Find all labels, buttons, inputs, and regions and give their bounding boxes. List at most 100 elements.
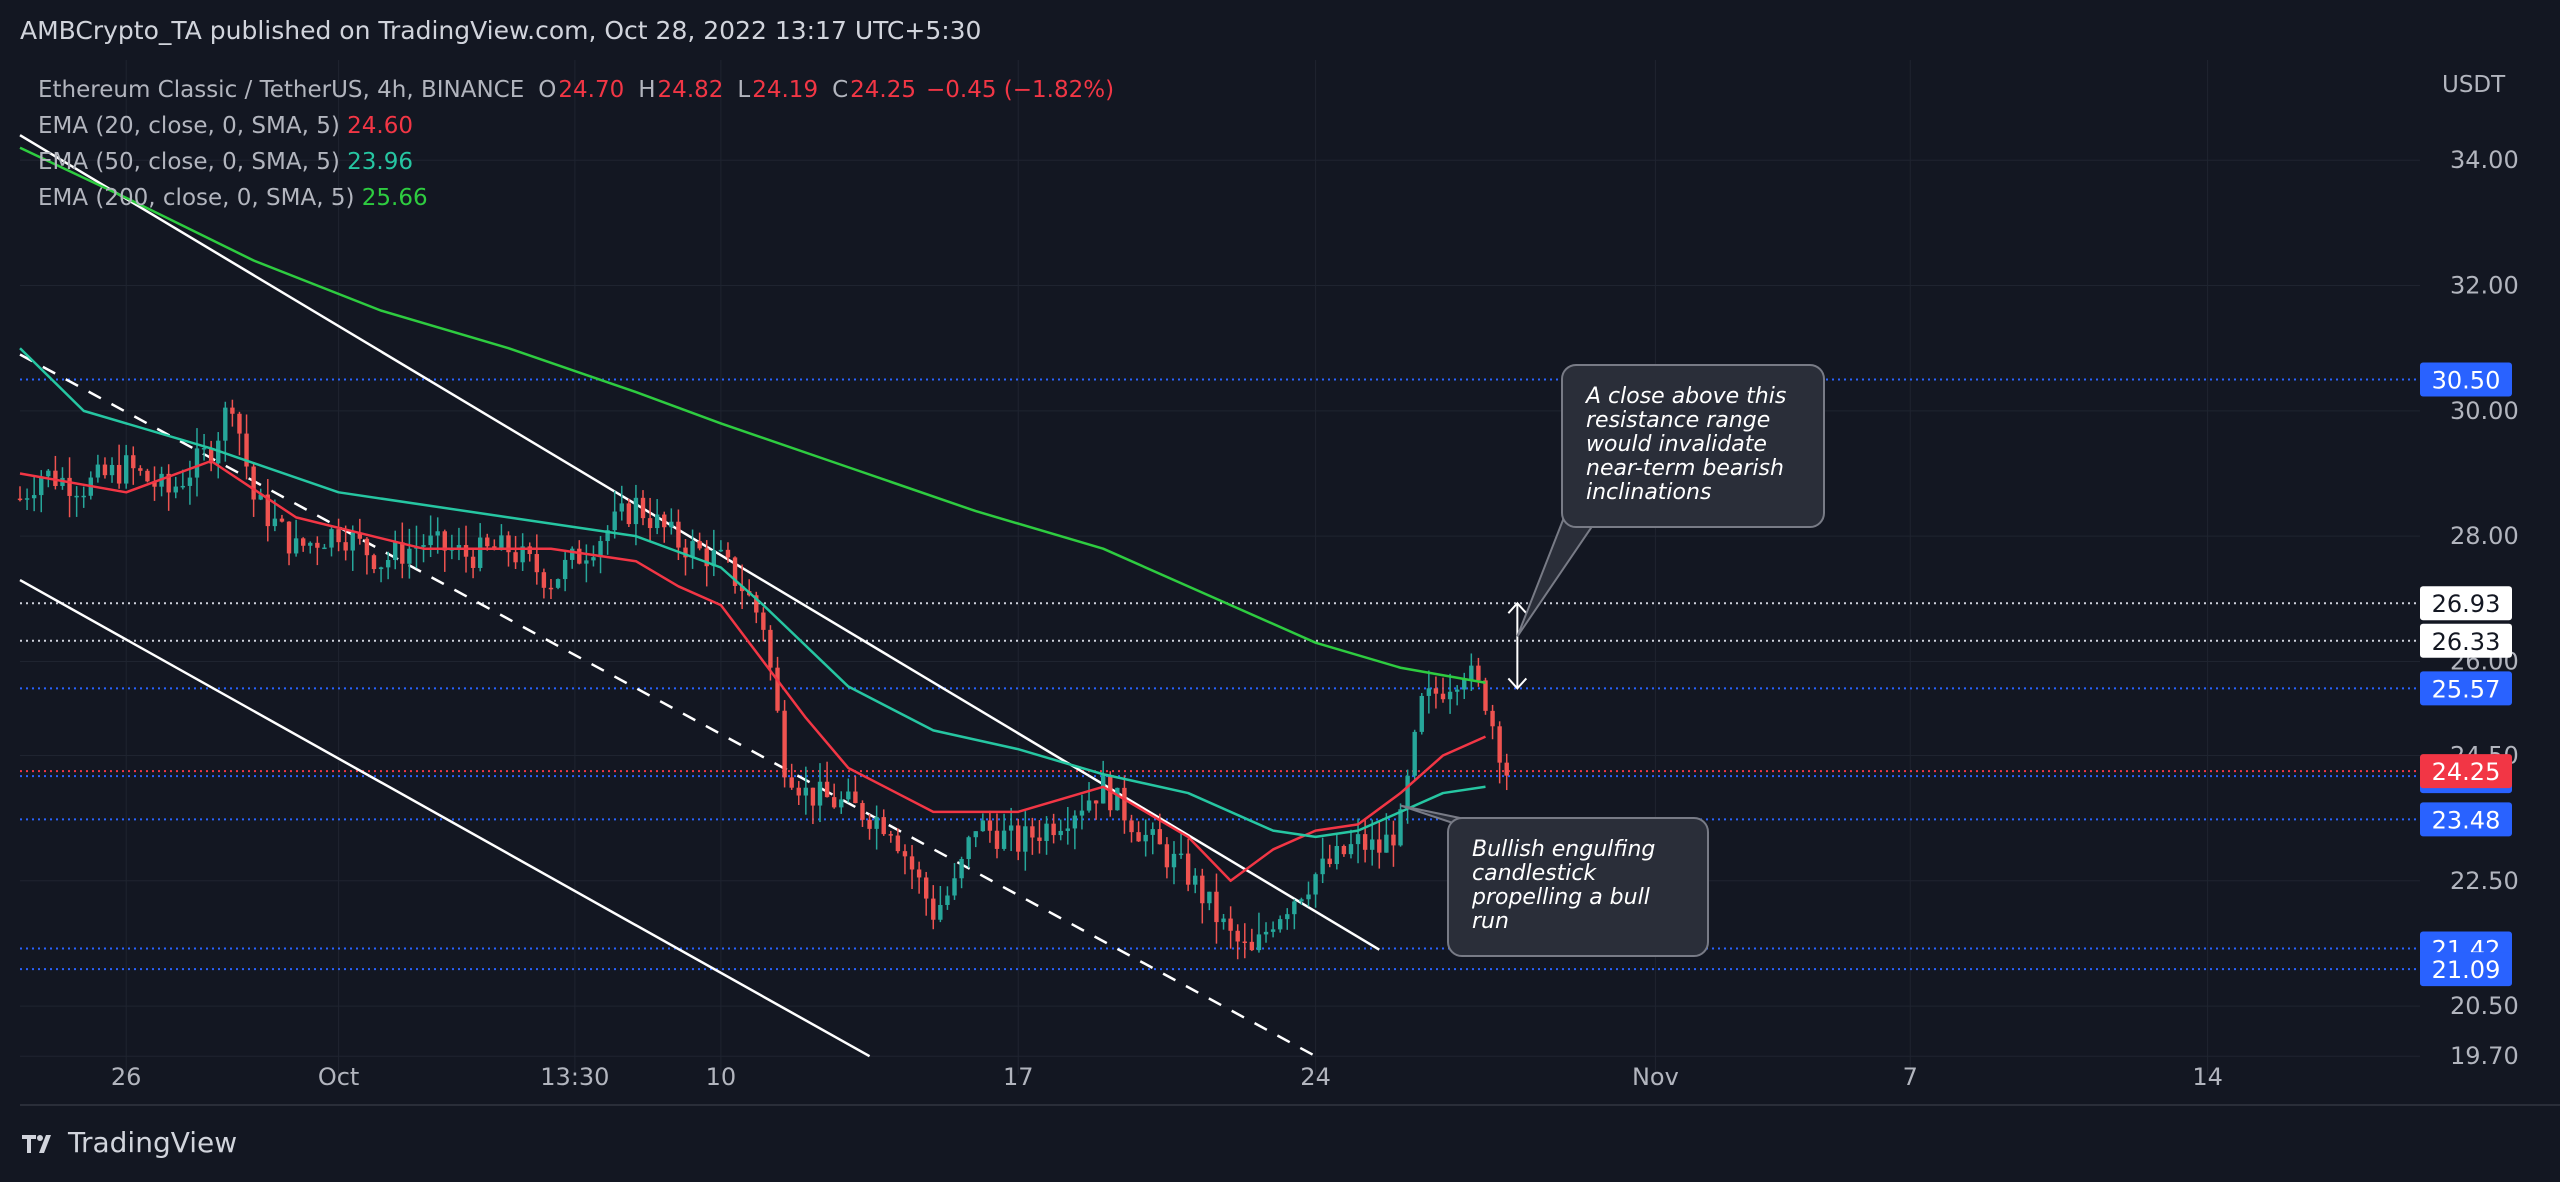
- candle-body: [371, 555, 377, 570]
- candle-body: [619, 503, 624, 512]
- candle-body: [874, 817, 879, 829]
- candle-body: [1313, 874, 1318, 895]
- low-value: 24.19: [752, 77, 819, 103]
- candle-body: [831, 797, 837, 808]
- chart-grid: [20, 60, 2560, 1106]
- candle-body: [980, 820, 986, 832]
- candle-body: [428, 535, 433, 546]
- candle-body: [286, 521, 292, 554]
- symbol-name[interactable]: Ethereum Classic / TetherUS, 4h, BINANCE: [38, 77, 524, 103]
- candle-body: [1065, 828, 1070, 831]
- price-axis: 34.0032.0030.0028.0026.0024.5022.5020.50…: [2442, 72, 2519, 1070]
- candle-body: [718, 549, 724, 552]
- time-tick-label: 24: [1300, 1063, 1331, 1091]
- candle-body: [1292, 901, 1297, 915]
- candle-body: [669, 521, 674, 528]
- candle-body: [902, 851, 908, 857]
- candle-body: [1341, 846, 1347, 855]
- candle-body: [116, 464, 122, 484]
- candle-body: [562, 559, 568, 580]
- candle-body: [1483, 680, 1488, 711]
- candle-body: [725, 549, 731, 558]
- high-value: 24.82: [657, 77, 724, 103]
- indicator-label[interactable]: EMA (20, close, 0, SMA, 5): [38, 113, 340, 139]
- candle-body: [931, 898, 936, 920]
- candle-body: [393, 542, 398, 560]
- candle-body: [350, 532, 355, 551]
- footer-branding[interactable]: TradingView: [20, 1126, 237, 1159]
- candle-body: [1285, 914, 1290, 920]
- candle-body: [1242, 941, 1247, 944]
- candle-body: [17, 498, 23, 501]
- candle-body: [1469, 665, 1474, 680]
- open-label: O: [538, 77, 557, 103]
- candle-body: [1115, 787, 1120, 811]
- candle-body: [131, 455, 136, 469]
- candle-body: [81, 495, 86, 498]
- candle-body: [95, 464, 101, 478]
- candle-body: [1270, 929, 1276, 932]
- candle-body: [1200, 875, 1205, 904]
- candle-body: [124, 455, 129, 484]
- candle-body: [534, 554, 540, 573]
- candle-body: [1490, 710, 1495, 727]
- candle-body: [1129, 820, 1134, 833]
- candle-body: [1440, 693, 1446, 700]
- candle-body: [1079, 810, 1085, 816]
- candle-body: [279, 518, 285, 522]
- candle-body: [839, 799, 844, 808]
- candle-body: [775, 667, 780, 711]
- candle-body: [435, 531, 440, 536]
- candle-body: [1214, 891, 1219, 923]
- candle-body: [761, 612, 766, 630]
- candle-body: [1058, 830, 1063, 836]
- candle-body: [1277, 919, 1283, 930]
- time-tick-label: Oct: [318, 1063, 360, 1091]
- candle-body: [336, 529, 341, 543]
- candle-body: [1306, 894, 1311, 900]
- candle-body: [477, 537, 483, 568]
- candle-body: [1391, 834, 1396, 846]
- price-level-label: 30.50: [2432, 367, 2501, 395]
- candle-body: [31, 495, 37, 499]
- candle-body: [690, 541, 695, 558]
- candle-body: [513, 552, 518, 563]
- time-axis: 26 Oct 13:30 10 17 24 Nov 7 14: [111, 1063, 2223, 1091]
- price-tick-label: 30.00: [2450, 397, 2519, 425]
- indicator-label[interactable]: EMA (50, close, 0, SMA, 5): [38, 149, 340, 175]
- candle-body: [768, 629, 773, 668]
- candle-body: [237, 413, 242, 434]
- symbol-row: Ethereum Classic / TetherUS, 4h, BINANCE…: [38, 72, 1114, 108]
- candle-body: [591, 557, 596, 561]
- candle-body: [1433, 688, 1439, 694]
- currency-label: USDT: [2442, 72, 2506, 98]
- candle-body: [463, 545, 469, 557]
- price-level-label: 26.93: [2432, 590, 2501, 618]
- candle-body: [959, 859, 964, 879]
- candle-body: [640, 497, 646, 519]
- candle-body: [881, 817, 886, 835]
- indicator-label[interactable]: EMA (200, close, 0, SMA, 5): [38, 185, 354, 211]
- candle-body: [1008, 825, 1014, 831]
- time-tick-label: 26: [111, 1063, 142, 1091]
- price-tick-label: 19.70: [2450, 1042, 2519, 1070]
- candle-body: [824, 781, 830, 798]
- candlesticks: [17, 399, 1509, 960]
- candle-body: [187, 477, 193, 486]
- candle-body: [1001, 830, 1007, 849]
- callout: A close above this resistance range would …: [1516, 364, 1825, 637]
- candle-body: [1093, 800, 1099, 804]
- open-value: 24.70: [558, 77, 625, 103]
- candle-body: [300, 538, 306, 546]
- candle-body: [1256, 934, 1262, 951]
- candle-body: [470, 556, 476, 568]
- time-tick-label: 17: [1003, 1063, 1034, 1091]
- candle-body: [1355, 834, 1361, 845]
- candle-body: [810, 787, 816, 806]
- candle-body: [1476, 665, 1481, 681]
- candle-body: [612, 511, 617, 531]
- candle-body: [1384, 834, 1389, 853]
- candle-body: [201, 448, 207, 450]
- candle-body: [1447, 691, 1453, 700]
- candle-body: [485, 537, 490, 547]
